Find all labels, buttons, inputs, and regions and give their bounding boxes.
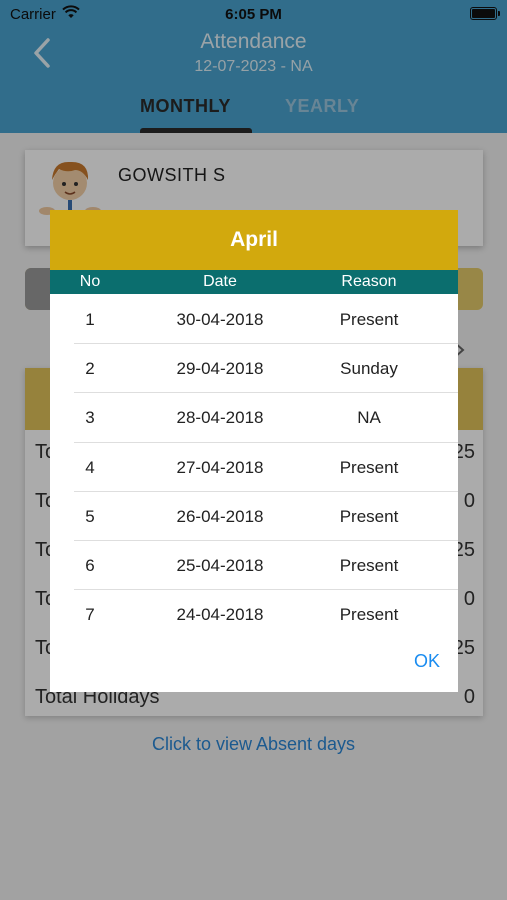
cell-no: 5 <box>85 506 95 526</box>
column-header-date: Date <box>203 273 237 290</box>
cell-date: 24-04-2018 <box>176 605 264 625</box>
cell-reason: NA <box>357 408 381 428</box>
cell-reason: Present <box>339 555 399 575</box>
ok-button[interactable]: OK <box>414 651 440 672</box>
table-row: 6 25-04-2018 Present <box>50 541 458 591</box>
cell-date: 26-04-2018 <box>176 506 264 526</box>
cell-reason: Present <box>339 605 399 625</box>
cell-date: 30-04-2018 <box>176 310 264 329</box>
table-row: 7 24-04-2018 Present <box>50 590 458 639</box>
table-row: 4 27-04-2018 Present <box>50 443 458 492</box>
cell-no: 6 <box>85 555 95 575</box>
table-row: 2 29-04-2018 Sunday <box>50 344 458 394</box>
column-header-no: No <box>79 273 101 290</box>
table-header: No Date Reason <box>50 270 458 294</box>
attendance-dialog: April No Date Reason 1 30-04-2018 Presen… <box>50 210 458 692</box>
column-header-reason: Reason <box>341 273 397 290</box>
table-row: 1 30-04-2018 Present <box>50 295 458 345</box>
cell-reason: Present <box>339 457 399 477</box>
cell-no: 2 <box>85 359 95 379</box>
cell-date: 25-04-2018 <box>176 555 264 575</box>
table-row: 3 28-04-2018 NA <box>50 393 458 443</box>
cell-date: 29-04-2018 <box>176 359 264 379</box>
table-row: 5 26-04-2018 Present <box>50 492 458 541</box>
cell-date: 28-04-2018 <box>176 408 264 428</box>
cell-reason: Present <box>339 310 399 329</box>
attendance-table[interactable]: 1 30-04-2018 Present 2 29-04-2018 Sunday… <box>50 295 458 639</box>
dialog-title: April <box>50 210 458 270</box>
cell-no: 1 <box>85 310 95 329</box>
cell-no: 3 <box>85 408 95 428</box>
cell-no: 7 <box>85 605 95 625</box>
cell-no: 4 <box>85 457 95 477</box>
cell-reason: Present <box>339 506 399 526</box>
cell-date: 27-04-2018 <box>176 457 264 477</box>
cell-reason: Sunday <box>340 359 398 379</box>
